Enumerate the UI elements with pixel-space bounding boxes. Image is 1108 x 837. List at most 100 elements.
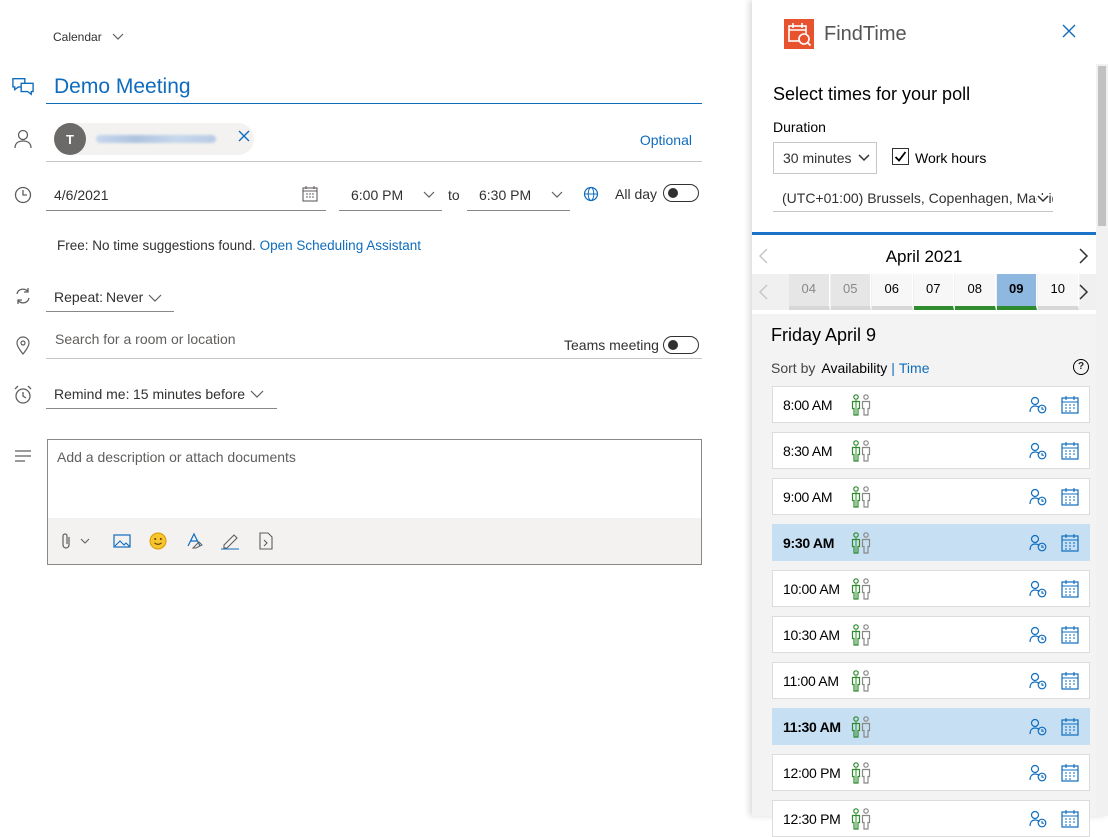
organizer-icon — [1029, 718, 1047, 736]
time-slot[interactable]: 8:00 AM — [772, 386, 1090, 423]
all-day-toggle[interactable] — [663, 184, 699, 202]
next-week-icon[interactable] — [1079, 284, 1089, 300]
slot-availability — [849, 624, 873, 651]
view-attendees-button[interactable] — [1029, 810, 1047, 833]
chevron-down-icon — [112, 33, 124, 40]
more-options-button[interactable] — [255, 530, 277, 552]
calendar-select[interactable]: Calendar — [53, 30, 124, 44]
timezone-select[interactable]: (UTC+01:00) Brussels, Copenhagen, Madrid… — [773, 184, 1053, 212]
organizer-icon — [1029, 810, 1047, 828]
optional-link[interactable]: Optional — [640, 132, 692, 148]
alarm-clock-icon — [12, 384, 34, 406]
teams-meeting-label: Teams meeting — [564, 337, 659, 353]
next-month-icon[interactable] — [1079, 248, 1089, 264]
sort-time[interactable]: Time — [899, 360, 930, 376]
signature-button[interactable] — [219, 530, 241, 552]
repeat-icon — [12, 285, 34, 307]
remind-value: 15 minutes before — [133, 386, 246, 402]
free-status: Free: No time suggestions found. Open Sc… — [57, 238, 421, 253]
reminder-select[interactable]: Remind me: 15 minutes before — [46, 382, 277, 409]
view-attendees-button[interactable] — [1029, 718, 1047, 741]
view-calendar-button[interactable] — [1061, 626, 1079, 649]
view-calendar-button[interactable] — [1061, 672, 1079, 695]
end-time-select[interactable]: 6:30 PM — [467, 178, 570, 211]
attendees-available-icon — [851, 808, 871, 830]
view-calendar-button[interactable] — [1061, 810, 1079, 833]
sort-availability[interactable]: Availability — [821, 360, 887, 376]
view-calendar-button[interactable] — [1061, 718, 1079, 741]
view-calendar-button[interactable] — [1061, 534, 1079, 557]
remove-attendee-icon[interactable] — [238, 130, 250, 142]
start-time-select[interactable]: 6:00 PM — [339, 178, 442, 211]
attach-button[interactable] — [60, 530, 94, 552]
slot-availability — [849, 670, 873, 697]
help-icon[interactable]: ? — [1073, 359, 1089, 375]
scrollbar-thumb[interactable] — [1098, 66, 1106, 226]
description-editor[interactable]: Add a description or attach documents — [47, 439, 702, 565]
work-hours-checkbox[interactable] — [892, 148, 909, 165]
insert-picture-button[interactable] — [111, 530, 133, 552]
previous-week-icon[interactable] — [758, 284, 768, 300]
repeat-value: Never — [106, 289, 144, 305]
attendees-available-icon — [851, 394, 871, 416]
day-09[interactable]: 09 — [996, 274, 1037, 310]
repeat-select[interactable]: Repeat: Never — [46, 284, 174, 312]
time-slot[interactable]: 10:30 AM — [772, 616, 1090, 653]
view-attendees-button[interactable] — [1029, 442, 1047, 465]
calendar-icon[interactable] — [302, 186, 318, 202]
sort-separator: | — [891, 360, 895, 376]
teams-meeting-toggle[interactable] — [663, 336, 699, 354]
time-slot[interactable]: 8:30 AM — [772, 432, 1090, 469]
emoji-button[interactable] — [147, 530, 169, 552]
view-attendees-button[interactable] — [1029, 764, 1047, 787]
all-day-label: All day — [615, 186, 658, 202]
location-input[interactable]: Search for a room or location — [55, 331, 236, 347]
document-icon — [259, 532, 273, 550]
view-calendar-button[interactable] — [1061, 442, 1079, 465]
calendar-icon — [1061, 488, 1079, 506]
time-slot[interactable]: 10:00 AM — [772, 570, 1090, 607]
globe-icon[interactable] — [583, 186, 599, 202]
view-calendar-button[interactable] — [1061, 396, 1079, 419]
compose-area: Calendar Demo Meeting T Optional 4/6/202… — [0, 0, 752, 816]
duration-select[interactable]: 30 minutes — [773, 142, 877, 174]
day-08[interactable]: 08 — [955, 274, 996, 310]
findtime-pane: FindTime Select times for your poll Dura… — [752, 0, 1108, 837]
attendee-chip[interactable]: T — [54, 123, 254, 155]
attendees-available-icon — [851, 440, 871, 462]
attendees-field[interactable]: T Optional — [46, 118, 702, 162]
view-calendar-button[interactable] — [1061, 488, 1079, 511]
attendees-available-icon — [851, 532, 871, 554]
time-slot[interactable]: 12:00 PM — [772, 754, 1090, 791]
view-attendees-button[interactable] — [1029, 534, 1047, 557]
slot-time: 11:00 AM — [783, 673, 839, 689]
date-picker[interactable]: 4/6/2021 — [46, 178, 326, 211]
time-slot[interactable]: 11:30 AM — [772, 708, 1090, 745]
day-06[interactable]: 06 — [872, 274, 913, 310]
view-calendar-button[interactable] — [1061, 764, 1079, 787]
chevron-down-icon — [1037, 195, 1049, 203]
end-time-value: 6:30 PM — [479, 187, 532, 203]
highlighter-icon — [187, 532, 203, 549]
time-slot[interactable]: 9:00 AM — [772, 478, 1090, 515]
view-attendees-button[interactable] — [1029, 580, 1047, 603]
view-calendar-button[interactable] — [1061, 580, 1079, 603]
view-attendees-button[interactable] — [1029, 396, 1047, 419]
to-label: to — [448, 187, 460, 203]
chevron-down-icon — [858, 154, 870, 162]
view-attendees-button[interactable] — [1029, 488, 1047, 511]
text-highlight-button[interactable] — [183, 530, 205, 552]
time-slot[interactable]: 12:30 PM — [772, 800, 1090, 837]
view-attendees-button[interactable] — [1029, 672, 1047, 695]
time-slot[interactable]: 9:30 AM — [772, 524, 1090, 561]
close-icon[interactable] — [1062, 24, 1076, 38]
view-attendees-button[interactable] — [1029, 626, 1047, 649]
chevron-down-icon — [250, 390, 264, 398]
day-10[interactable]: 10 — [1038, 274, 1079, 310]
scheduling-assistant-link[interactable]: Open Scheduling Assistant — [260, 238, 421, 253]
smiley-icon — [149, 532, 167, 550]
title-input[interactable]: Demo Meeting — [46, 70, 702, 104]
day-07[interactable]: 07 — [913, 274, 954, 310]
slot-availability — [849, 578, 873, 605]
time-slot[interactable]: 11:00 AM — [772, 662, 1090, 699]
